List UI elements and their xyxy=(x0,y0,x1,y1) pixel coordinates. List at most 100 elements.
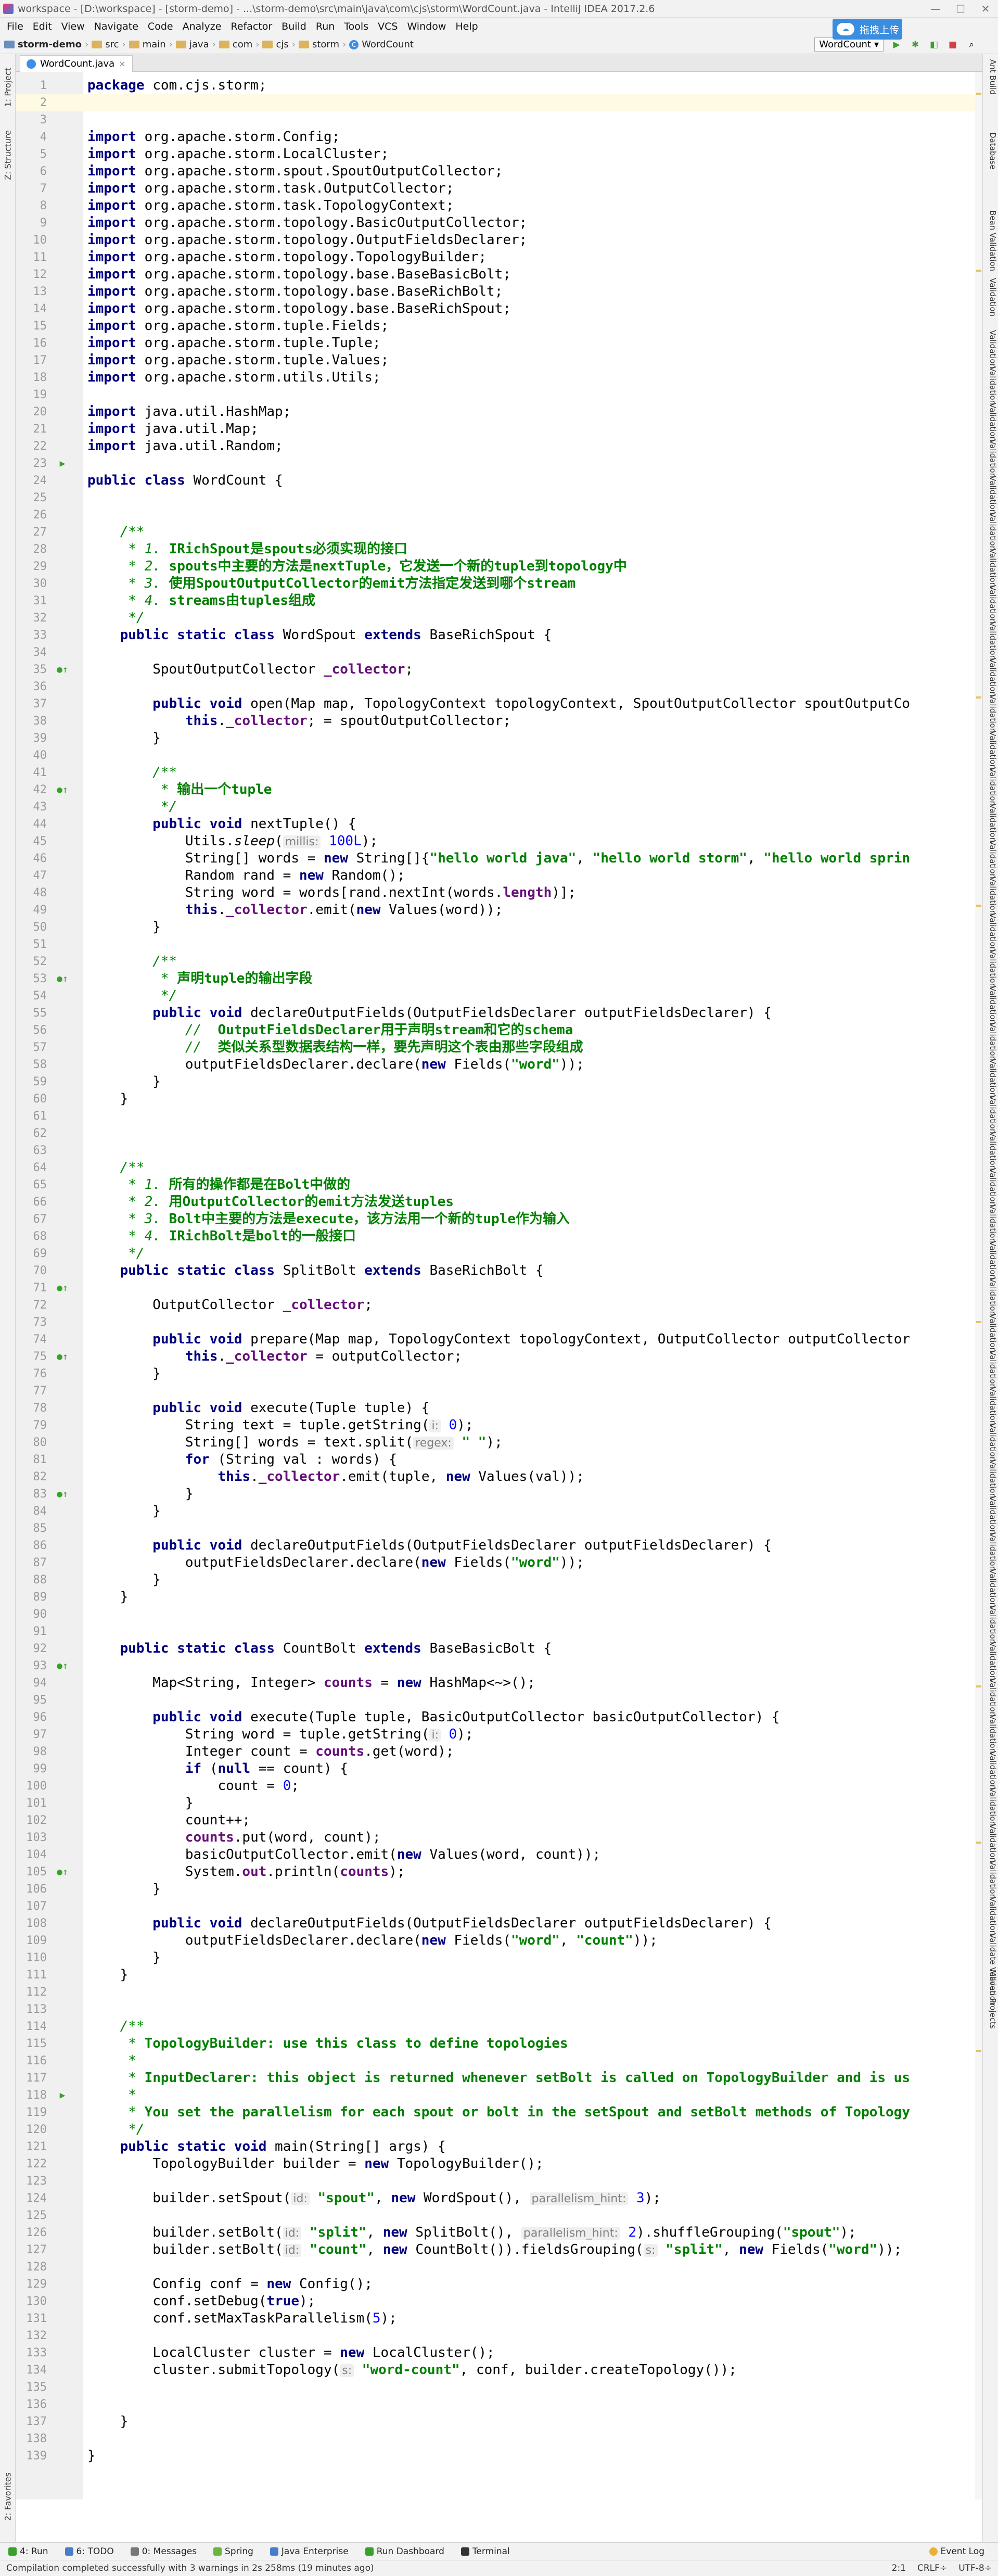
code-line[interactable]: 78 public void execute(Tuple tuple) { xyxy=(16,1400,982,1417)
code-line[interactable]: 69 */ xyxy=(16,1245,982,1262)
code-line[interactable]: 30 * 3. 使用SpoutOutputCollector的emit方法指定发… xyxy=(16,575,982,592)
code-line[interactable]: 1 package com.cjs.storm; xyxy=(16,77,982,94)
line-number[interactable]: 2 xyxy=(16,94,47,111)
code-line[interactable]: 29 * 2. spouts中主要的方法是nextTuple，它发送一个新的tu… xyxy=(16,558,982,575)
breadcrumb-item[interactable]: src › xyxy=(92,39,126,50)
right-tool-tab[interactable]: Validation xyxy=(984,986,997,1024)
warning-marker[interactable] xyxy=(976,1842,981,1844)
code-line[interactable]: 114 /** xyxy=(16,2018,982,2035)
debug-icon[interactable]: ✱ xyxy=(910,39,921,50)
code-line[interactable]: 102 count++; xyxy=(16,1812,982,1829)
line-number[interactable]: 125 xyxy=(16,2207,47,2224)
tool-java-enterprise[interactable]: Java Enterprise xyxy=(262,2546,357,2557)
line-number[interactable]: 36 xyxy=(16,678,47,695)
line-number[interactable]: 24 xyxy=(16,472,47,489)
code-line[interactable]: 85 xyxy=(16,1520,982,1537)
code-line[interactable]: 12 import org.apache.storm.topology.base.… xyxy=(16,266,982,283)
line-number[interactable]: 130 xyxy=(16,2293,47,2310)
line-number[interactable]: 84 xyxy=(16,1503,47,1520)
right-tool-tab[interactable]: Validation xyxy=(984,913,997,951)
code-line[interactable]: 130 conf.setDebug(true); xyxy=(16,2293,982,2310)
line-number[interactable]: 27 xyxy=(16,524,47,541)
code-line[interactable]: 42 ●↑ * 输出一个tuple xyxy=(16,781,982,798)
code-line[interactable]: 65 * 1. 所有的操作都是在Bolt中做的 xyxy=(16,1176,982,1194)
code-line[interactable]: 25 xyxy=(16,489,982,506)
code-line[interactable]: 128 xyxy=(16,2258,982,2276)
line-number[interactable]: 59 xyxy=(16,1073,47,1090)
code-line[interactable]: 5 import org.apache.storm.LocalCluster; xyxy=(16,146,982,163)
code-line[interactable]: 88 } xyxy=(16,1571,982,1589)
line-number[interactable]: 71 xyxy=(16,1279,47,1297)
code-line[interactable]: 77 xyxy=(16,1382,982,1400)
right-tool-tab[interactable]: Validation xyxy=(984,1387,997,1425)
code-line[interactable]: 9 import org.apache.storm.topology.BasicO… xyxy=(16,214,982,232)
right-tool-tab[interactable]: Maven Projects xyxy=(984,1970,997,2029)
line-number[interactable]: 73 xyxy=(16,1314,47,1331)
line-number[interactable]: 48 xyxy=(16,884,47,902)
warning-marker[interactable] xyxy=(976,696,981,699)
warning-marker[interactable] xyxy=(976,1685,981,1687)
right-tool-tab[interactable]: Validation xyxy=(984,549,997,587)
line-number[interactable]: 66 xyxy=(16,1194,47,1211)
breadcrumb-item[interactable]: com › xyxy=(219,39,259,50)
coverage-icon[interactable]: ◧ xyxy=(928,39,940,50)
code-line[interactable]: 35 ●↑ SpoutOutputCollector _collector; xyxy=(16,661,982,678)
right-tool-tab[interactable]: Validation xyxy=(984,1897,997,1935)
code-line[interactable]: 139} xyxy=(16,2447,982,2465)
code-line[interactable]: 23 ▶ xyxy=(16,455,982,472)
code-line[interactable]: 136 xyxy=(16,2396,982,2413)
menu-edit[interactable]: Edit xyxy=(28,21,57,32)
right-tool-tab[interactable]: Validation xyxy=(984,278,997,316)
tool-terminal[interactable]: Terminal xyxy=(453,2546,518,2557)
right-tool-tab[interactable]: Validation xyxy=(984,439,997,478)
code-line[interactable]: 87 outputFieldsDeclarer.declare(new Fiel… xyxy=(16,1554,982,1571)
code-line[interactable]: 40 xyxy=(16,747,982,764)
line-number[interactable]: 94 xyxy=(16,1674,47,1692)
breadcrumb-item[interactable]: java › xyxy=(175,39,216,50)
line-number[interactable]: 25 xyxy=(16,489,47,506)
code-line[interactable]: 81 for (String val : words) { xyxy=(16,1451,982,1468)
right-tool-tab[interactable]: Validation xyxy=(984,731,997,769)
code-line[interactable]: 103 counts.put(word, count); xyxy=(16,1829,982,1846)
right-tool-tab[interactable]: Validation xyxy=(984,1168,997,1207)
line-number[interactable]: 74 xyxy=(16,1331,47,1348)
line-number[interactable]: 116 xyxy=(16,2052,47,2070)
code-line[interactable]: 131 conf.setMaxTaskParallelism(5); xyxy=(16,2310,982,2327)
line-number[interactable]: 134 xyxy=(16,2362,47,2379)
right-tool-tab[interactable]: Validation xyxy=(984,1569,997,1607)
line-number[interactable]: 60 xyxy=(16,1090,47,1108)
tool-todo[interactable]: 6: TODO xyxy=(57,2546,122,2557)
line-number[interactable]: 104 xyxy=(16,1846,47,1863)
menu-code[interactable]: Code xyxy=(143,21,178,32)
right-tool-tab[interactable]: Validation xyxy=(984,1678,997,1717)
warning-marker[interactable] xyxy=(976,270,981,272)
line-number[interactable]: 58 xyxy=(16,1056,47,1073)
code-line[interactable]: 96 public void execute(Tuple tuple, Basi… xyxy=(16,1709,982,1726)
code-line[interactable]: 97 String word = tuple.getString(i: 0); xyxy=(16,1726,982,1743)
line-number[interactable]: 131 xyxy=(16,2310,47,2327)
line-number[interactable]: 91 xyxy=(16,1623,47,1640)
line-number[interactable]: 72 xyxy=(16,1297,47,1314)
code-line[interactable]: 52 /** xyxy=(16,953,982,970)
line-number[interactable]: 53 xyxy=(16,970,47,987)
stop-icon[interactable]: ■ xyxy=(947,39,958,50)
code-line[interactable]: 19 xyxy=(16,386,982,403)
right-tool-tab[interactable]: Validation xyxy=(984,1532,997,1571)
code-line[interactable]: 122 TopologyBuilder builder = new Topolo… xyxy=(16,2155,982,2173)
right-tool-tab[interactable]: Validation xyxy=(984,1132,997,1170)
line-number[interactable]: 124 xyxy=(16,2190,47,2207)
line-number[interactable]: 114 xyxy=(16,2018,47,2035)
code-line[interactable]: 90 xyxy=(16,1606,982,1623)
line-number[interactable]: 93 xyxy=(16,1657,47,1674)
override-gutter-icon[interactable]: ●↑ xyxy=(52,781,73,798)
line-number[interactable]: 107 xyxy=(16,1898,47,1915)
right-tool-tab[interactable]: Validation xyxy=(984,767,997,806)
tab-project[interactable]: 1: Project xyxy=(0,65,16,110)
code-line[interactable]: 66 * 2. 用OutputCollector的emit方法发送tuples xyxy=(16,1194,982,1211)
line-number[interactable]: 136 xyxy=(16,2396,47,2413)
line-number[interactable]: 69 xyxy=(16,1245,47,1262)
code-line[interactable]: 22 import java.util.Random; xyxy=(16,438,982,455)
line-number[interactable]: 21 xyxy=(16,421,47,438)
code-line[interactable]: 113 xyxy=(16,2001,982,2018)
breadcrumb-item[interactable]: cjs › xyxy=(262,39,296,50)
